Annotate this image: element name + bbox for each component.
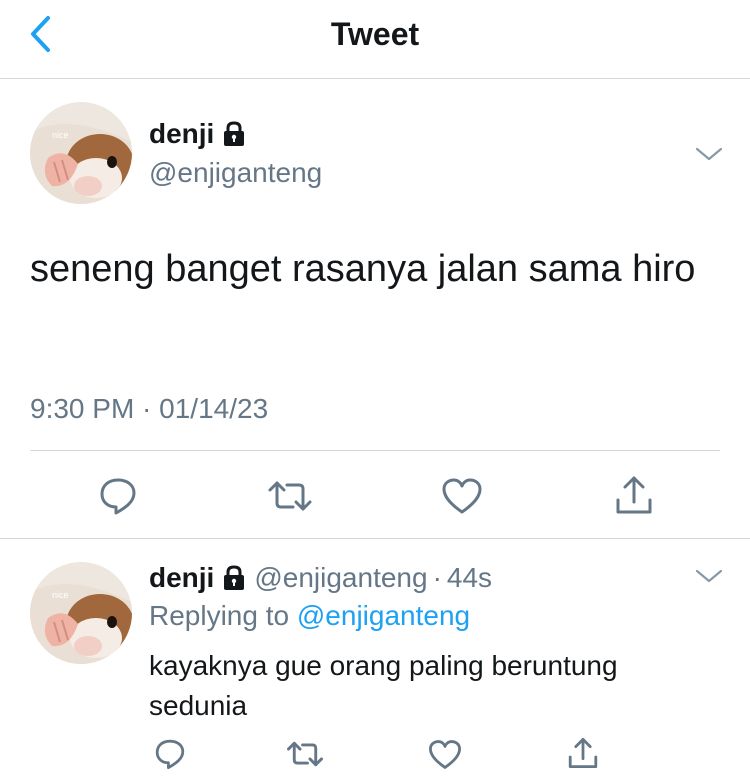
tweet-text: seneng banget rasanya jalan sama hiro [30, 248, 696, 290]
avatar[interactable]: nice [30, 102, 132, 204]
separator-dot: · [432, 562, 442, 593]
reply-author-name[interactable]: denji [149, 562, 214, 594]
replying-to-handle-link[interactable]: @enjiganteng [297, 600, 470, 631]
author-handle[interactable]: @enjiganteng [149, 157, 322, 189]
reply-timestamp: 44s [446, 562, 493, 593]
more-options-button[interactable] [694, 566, 724, 586]
replying-to: Replying to @enjiganteng [149, 600, 470, 632]
like-button[interactable] [436, 472, 488, 520]
retweet-icon [287, 741, 323, 767]
avatar-caption: nice [52, 130, 69, 140]
like-button[interactable] [424, 734, 466, 774]
heart-icon [442, 478, 482, 514]
chevron-down-icon [695, 569, 723, 583]
divider [30, 450, 720, 451]
lock-icon [222, 565, 246, 591]
share-button[interactable] [608, 470, 660, 520]
avatar[interactable]: nice [30, 562, 132, 664]
more-options-button[interactable] [694, 144, 724, 164]
avatar-caption: nice [52, 590, 69, 600]
lock-icon [224, 121, 245, 146]
author-name[interactable]: denji [149, 118, 246, 150]
share-icon [568, 738, 598, 768]
author-name-text: denji [149, 118, 215, 149]
retweet-button[interactable] [283, 734, 327, 774]
page-title: Tweet [330, 16, 420, 52]
chevron-down-icon [695, 147, 723, 161]
tweet-timestamp: 9:30 PM · 01/14/23 [30, 393, 269, 424]
divider [0, 538, 750, 539]
share-button[interactable] [562, 732, 604, 774]
nav-bar: Tweet [0, 0, 750, 79]
reply-author-handle[interactable]: @enjiganteng [254, 562, 427, 594]
reply-bubble-icon [155, 739, 185, 769]
reply-button[interactable] [150, 734, 190, 774]
retweet-button[interactable] [262, 472, 318, 520]
reply-header: denji @enjiganteng · 44s [149, 562, 492, 594]
share-icon [616, 476, 652, 514]
replying-to-label: Replying to [149, 600, 290, 631]
heart-icon [429, 739, 461, 769]
retweet-icon [268, 481, 312, 511]
reply-bubble-icon [100, 478, 136, 515]
reply-text: kayaknya gue orang paling beruntung sedu… [149, 650, 618, 721]
reply-button[interactable] [92, 472, 144, 520]
